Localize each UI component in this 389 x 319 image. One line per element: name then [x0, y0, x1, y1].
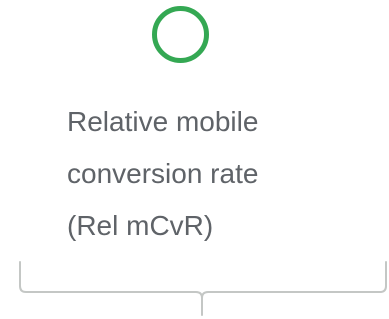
curly-bracket	[19, 261, 387, 316]
